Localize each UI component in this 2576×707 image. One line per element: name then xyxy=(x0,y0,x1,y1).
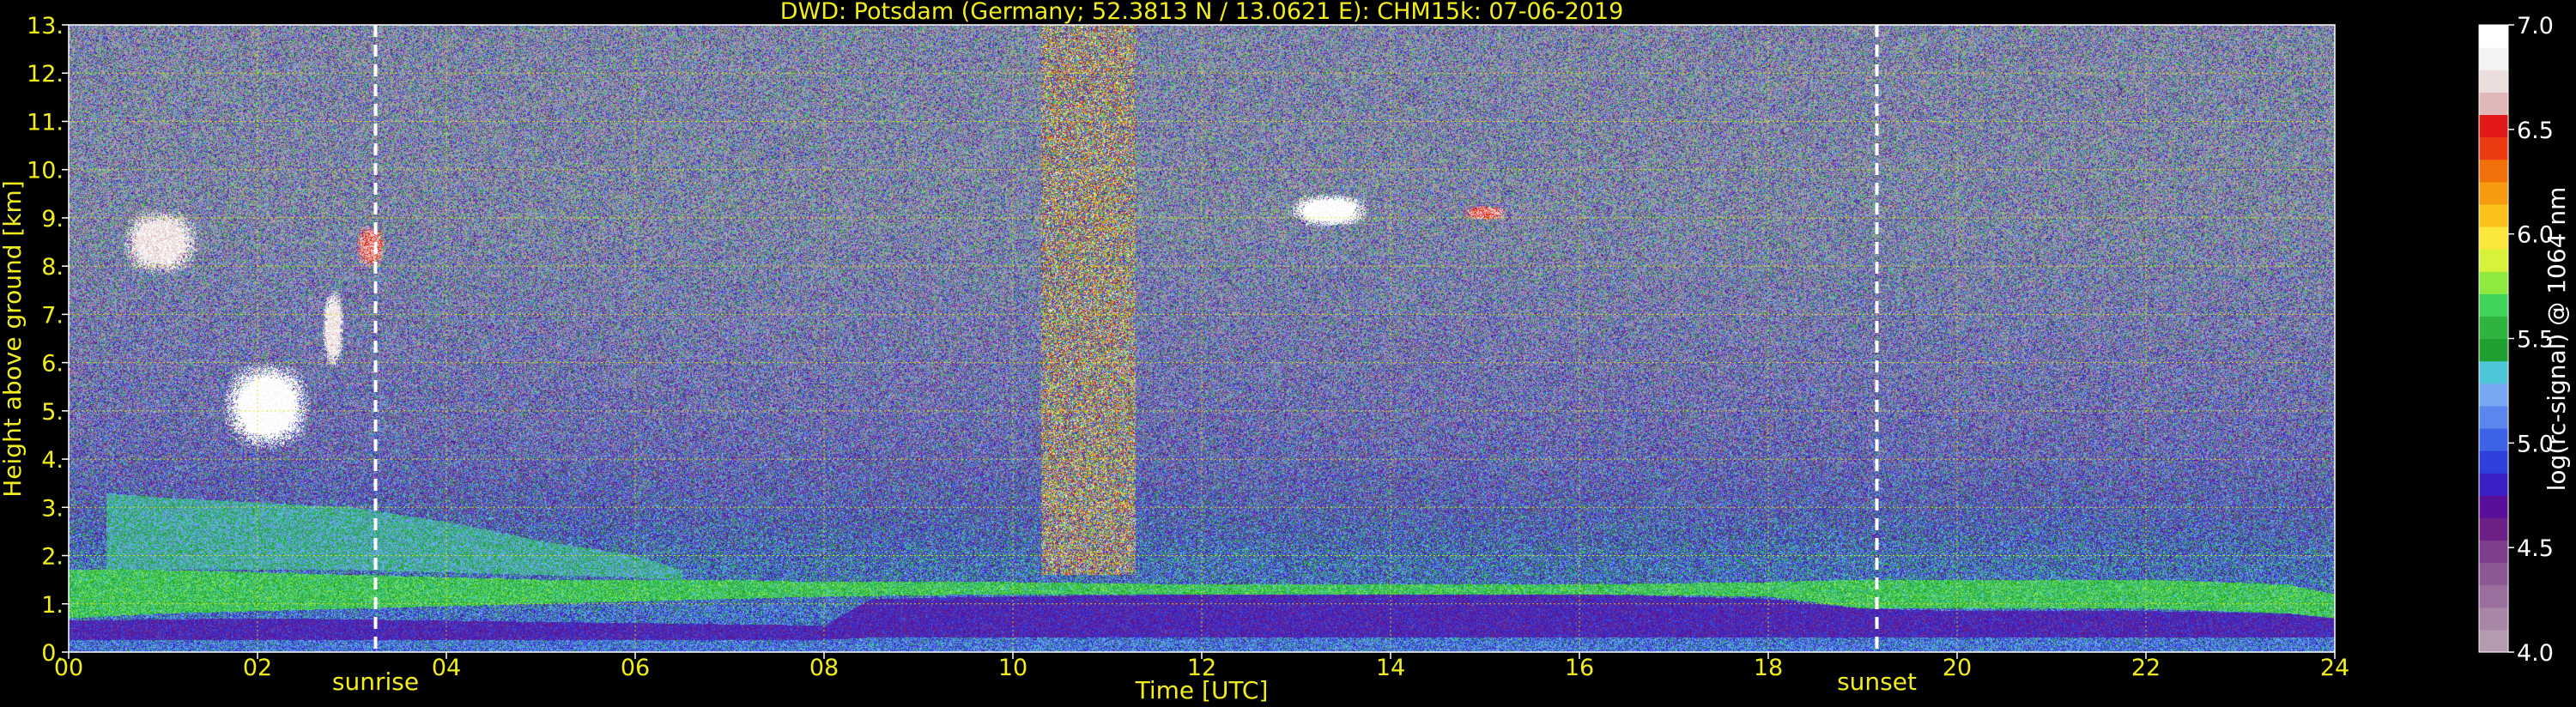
y-tick-label: 3. xyxy=(41,495,64,522)
colorbar-swatch xyxy=(2479,316,2508,340)
colorbar-tick-label: 7.0 xyxy=(2517,13,2554,39)
sunset-label: sunset xyxy=(1837,668,1917,696)
y-tick-label: 8. xyxy=(41,254,64,281)
colorbar-swatch xyxy=(2479,427,2508,451)
colorbar-swatch xyxy=(2479,293,2508,317)
x-tick-label: 14 xyxy=(1376,655,1405,681)
x-tick-label: 06 xyxy=(621,655,650,681)
y-tick-label: 7. xyxy=(41,302,64,329)
colorbar-swatch xyxy=(2479,159,2508,183)
y-tick-label: 10. xyxy=(27,158,64,184)
colorbar-swatch xyxy=(2479,360,2508,384)
y-tick-label: 4. xyxy=(41,447,64,474)
colorbar-swatch xyxy=(2479,25,2508,48)
x-tick-label: 08 xyxy=(809,655,839,681)
y-tick-label: 12. xyxy=(27,61,64,88)
y-tick-label: 0. xyxy=(41,640,64,667)
colorbar-swatch xyxy=(2479,405,2508,429)
colorbar-swatch xyxy=(2479,338,2508,362)
colorbar-swatch xyxy=(2479,495,2508,518)
y-axis: 0. 1. 2. 3. 4. 5. 6. 7. 8. 9. 10. 11. 12. 13. xyxy=(27,13,69,667)
x-axis-label: Time [UTC] xyxy=(1135,676,1269,704)
y-tick-label: 1. xyxy=(41,592,64,619)
colorbar-tick-label: 4.0 xyxy=(2517,640,2554,667)
y-tick-label: 6. xyxy=(41,351,64,378)
x-tick-label: 22 xyxy=(2131,655,2161,681)
colorbar-swatch xyxy=(2479,114,2508,138)
y-tick-label: 2. xyxy=(41,544,64,571)
x-tick-label: 10 xyxy=(998,655,1027,681)
colorbar-swatch xyxy=(2479,517,2508,541)
colorbar-swatch xyxy=(2479,383,2508,407)
colorbar-swatch xyxy=(2479,562,2508,586)
x-tick-label: 02 xyxy=(243,655,272,681)
colorbar-swatch xyxy=(2479,607,2508,631)
y-tick-label: 9. xyxy=(41,206,64,233)
colorbar-swatch xyxy=(2479,584,2508,608)
y-tick-label: 11. xyxy=(27,109,64,136)
colorbar-swatch xyxy=(2479,203,2508,227)
colorbar xyxy=(2478,24,2509,653)
sunrise-label: sunrise xyxy=(332,668,419,696)
colorbar-swatch xyxy=(2479,629,2508,653)
y-axis-label: Height above ground [km] xyxy=(0,180,27,498)
colorbar-swatch xyxy=(2479,450,2508,474)
colorbar-swatch xyxy=(2479,249,2508,272)
colorbar-swatch xyxy=(2479,69,2508,93)
colorbar-swatch xyxy=(2479,226,2508,250)
colorbar-tick-label: 4.5 xyxy=(2517,535,2554,562)
chart-title: DWD: Potsdam (Germany; 52.3813 N / 13.06… xyxy=(780,0,1624,25)
y-tick-label: 13. xyxy=(27,13,64,39)
ceilometer-chart: 00 02 04 06 08 10 12 14 16 18 20 22 24 0.1.2.3.4.5.6… xyxy=(0,0,2571,704)
colorbar-swatch xyxy=(2479,473,2508,496)
x-tick-label: 04 xyxy=(432,655,461,681)
x-tick-label: 20 xyxy=(1943,655,1972,681)
colorbar-swatch xyxy=(2479,47,2508,70)
x-tick-label: 16 xyxy=(1565,655,1594,681)
y-tick-label: 5. xyxy=(41,399,64,426)
colorbar-label: log(rc-signal) @ 1064 nm xyxy=(2543,187,2571,492)
colorbar-swatch xyxy=(2479,271,2508,294)
colorbar-swatch xyxy=(2479,92,2508,116)
x-tick-label: 18 xyxy=(1754,655,1783,681)
colorbar-swatch xyxy=(2479,181,2508,205)
colorbar-swatch xyxy=(2479,136,2508,160)
colorbar-tick-label: 6.5 xyxy=(2517,118,2554,144)
x-tick-label: 24 xyxy=(2320,655,2349,681)
colorbar-swatch xyxy=(2479,540,2508,564)
